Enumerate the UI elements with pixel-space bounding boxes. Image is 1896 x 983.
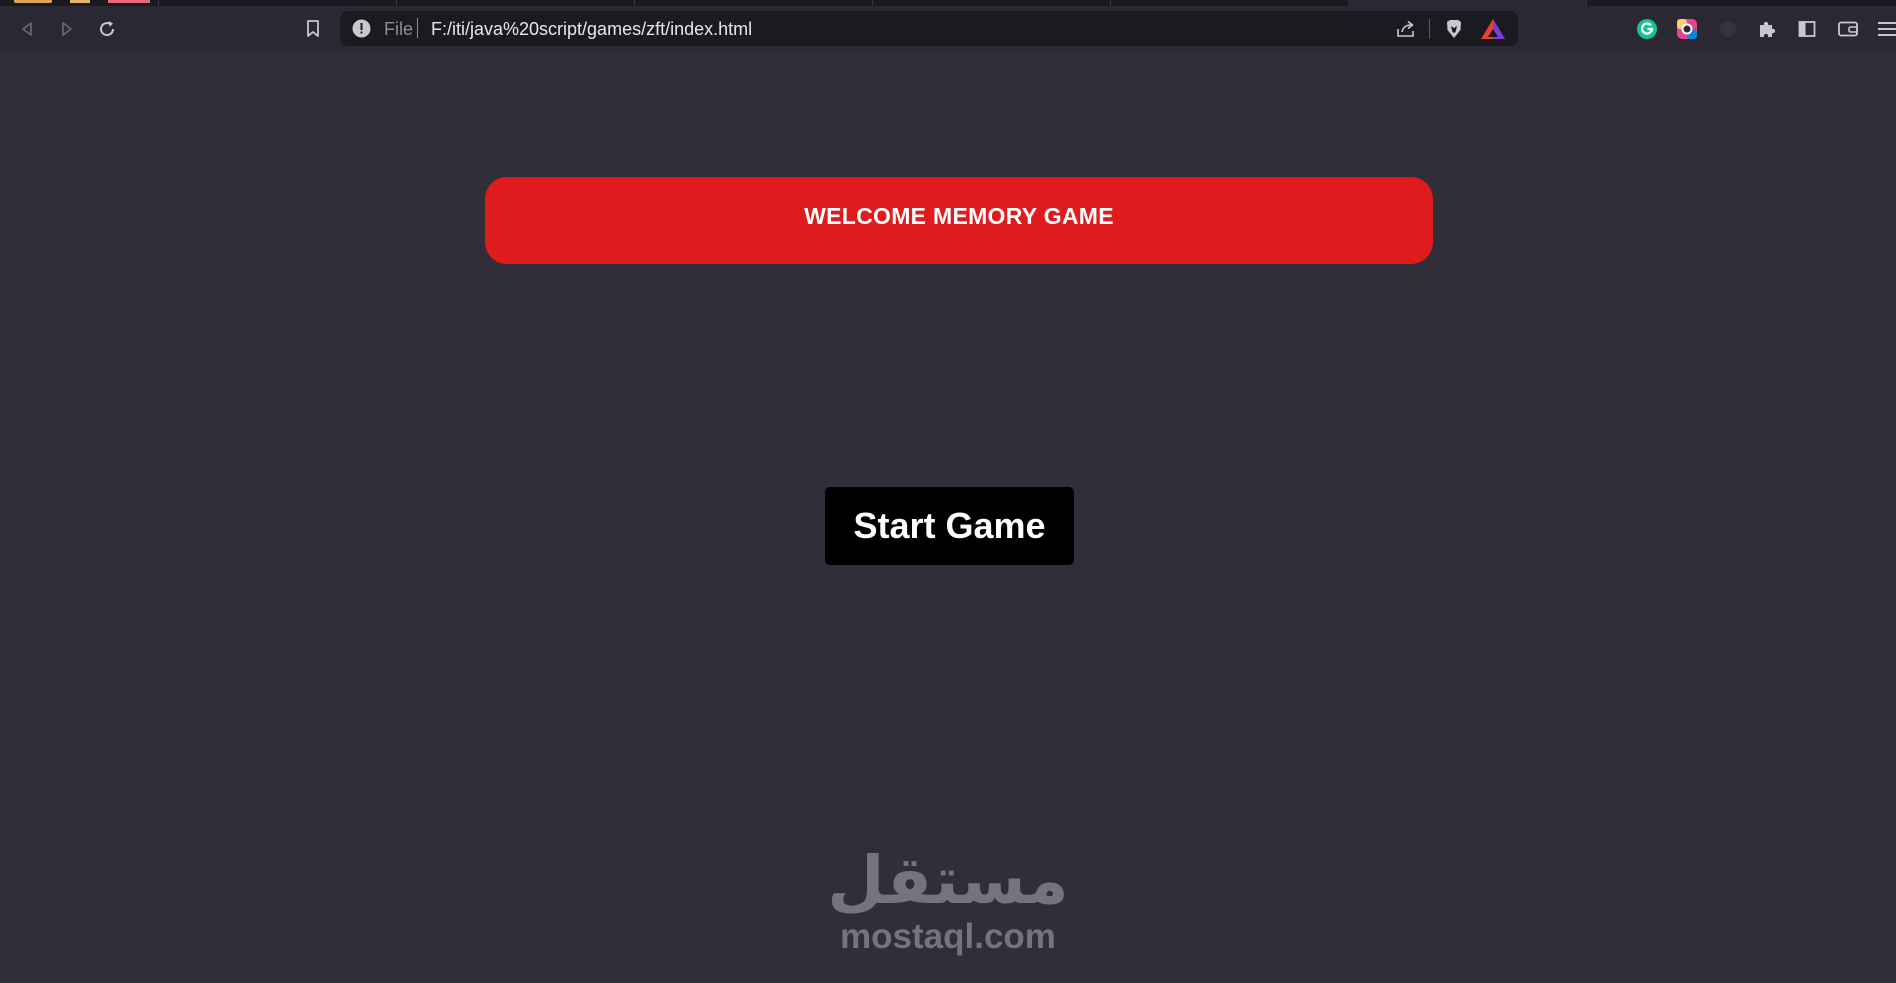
mostaql-watermark: مستقل mostaql.com [820, 848, 1076, 968]
dim-extension[interactable] [1712, 13, 1744, 45]
watermark-arabic-text: مستقل [827, 842, 1069, 919]
start-game-button[interactable]: Start Game [825, 487, 1074, 565]
puzzle-icon [1760, 21, 1776, 37]
brave-rewards-icon[interactable] [1480, 17, 1506, 41]
back-arrow-icon [22, 22, 32, 36]
tab-favicon-icon [108, 0, 150, 3]
game-title: WELCOME MEMORY GAME [804, 203, 1114, 229]
info-icon[interactable] [352, 19, 371, 38]
sidebar-button[interactable] [1791, 13, 1823, 45]
color-ring-icon [1677, 19, 1697, 39]
share-icon[interactable] [1394, 17, 1418, 41]
moon-icon [1720, 21, 1736, 37]
brave-shield-icon[interactable] [1442, 17, 1466, 41]
reload-icon [100, 21, 115, 37]
url-scheme-label: File [384, 19, 414, 39]
url-separator [417, 18, 418, 38]
forward-arrow-icon [62, 22, 72, 36]
back-button[interactable] [11, 13, 43, 45]
tab-favicon-icon [70, 0, 90, 3]
address-bar-divider [1429, 19, 1430, 39]
forward-button[interactable] [51, 13, 83, 45]
grammarly-icon [1637, 19, 1657, 39]
menu-button[interactable] [1872, 13, 1896, 45]
address-bar[interactable]: File F:/iti/java%20script/games/zft/inde… [340, 11, 1518, 46]
grammarly-extension[interactable] [1631, 13, 1663, 45]
watermark-latin-text: mostaql.com [840, 917, 1056, 956]
url-text[interactable]: F:/iti/java%20script/games/zft/index.htm… [431, 19, 752, 40]
reload-button[interactable] [91, 13, 123, 45]
welcome-banner: WELCOME MEMORY GAME [485, 177, 1433, 264]
extensions-button[interactable] [1751, 13, 1783, 45]
bookmark-button[interactable] [297, 13, 329, 45]
tab-favicon-icon [14, 0, 52, 3]
wallet-icon [1838, 21, 1858, 37]
bookmark-icon [307, 20, 319, 37]
wallet-button[interactable] [1832, 13, 1864, 45]
browser-toolbar: File F:/iti/java%20script/games/zft/inde… [0, 6, 1896, 52]
hamburger-menu-icon [1878, 22, 1896, 36]
sidebar-icon [1798, 21, 1816, 37]
color-extension[interactable] [1671, 13, 1703, 45]
